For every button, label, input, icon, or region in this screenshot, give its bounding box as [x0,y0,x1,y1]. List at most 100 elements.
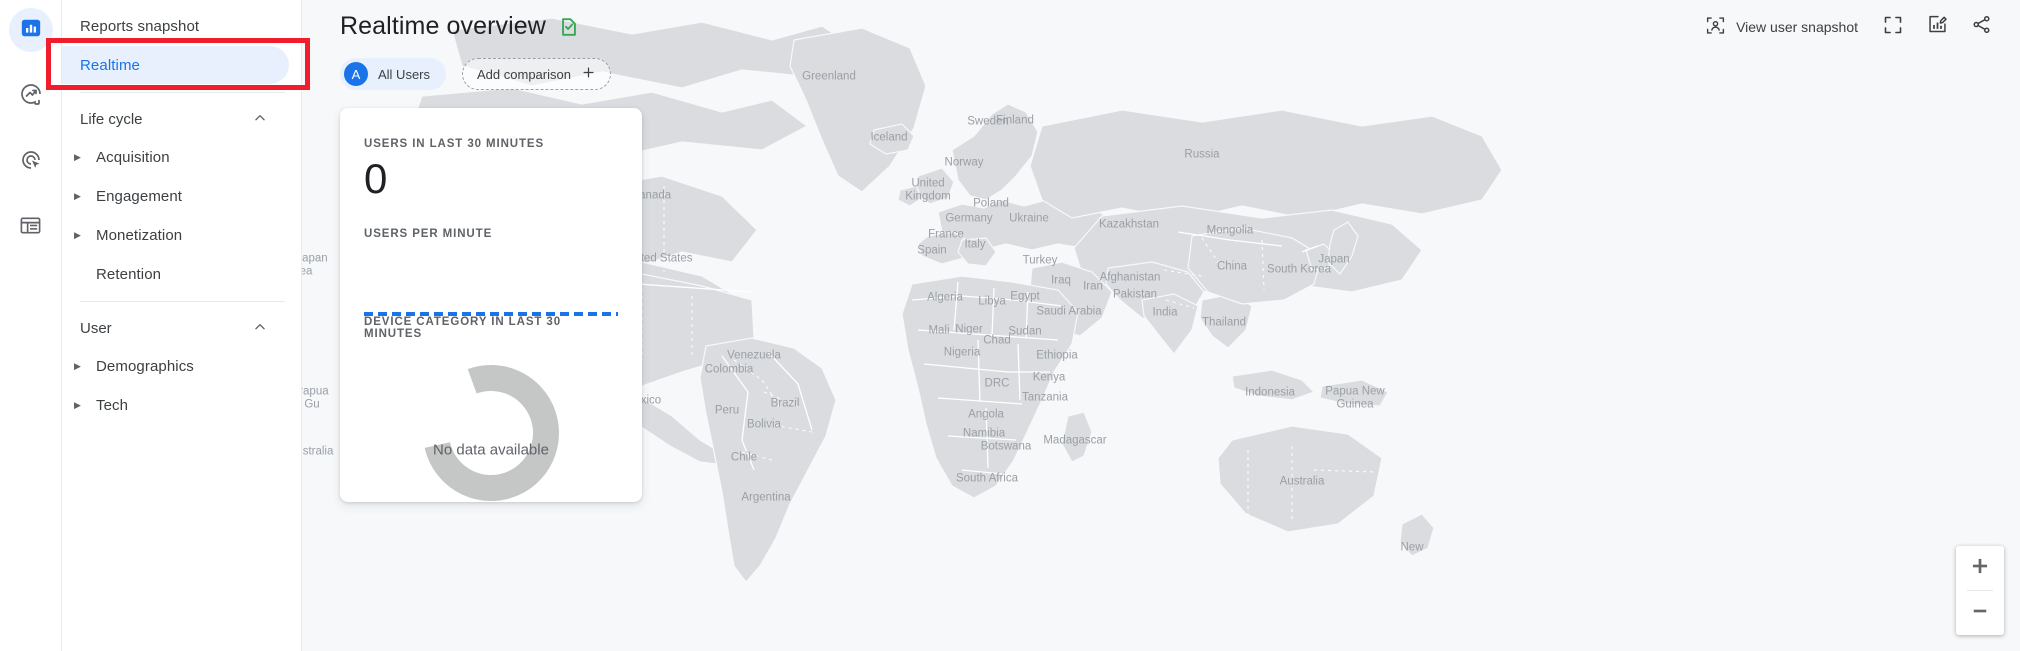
share-button[interactable] [1964,10,1998,44]
map-label: Norway [944,156,984,169]
users-per-minute-baseline [364,312,618,317]
map-label: Australia [302,445,334,458]
caret-right-icon: ▶ [74,399,82,410]
sidebar-item-acquisition[interactable]: ▶ Acquisition [62,138,289,176]
report-header: Realtime overview A All Users Add compar… [302,0,2020,100]
map-label: Peru [714,404,740,417]
map-label: Bolivia [747,418,781,431]
map-label: Poland [973,197,1009,210]
page-title: Realtime overview [340,12,546,40]
device-category-donut-chart[interactable]: No data available [364,354,618,502]
map-label: Germany [945,212,993,225]
map-label: Colombia [704,363,754,376]
edit-comparison-button[interactable] [1920,10,1954,44]
report-navigation-sidebar: Reports snapshot Realtime Life cycle ▶ A… [62,0,302,651]
rail-library-button[interactable] [9,206,53,250]
map-label: United Kingdom [905,177,951,202]
map-zoom-out-button[interactable] [1956,591,2004,635]
map-label: Thailand [1201,316,1247,329]
plus-icon [1970,556,1990,581]
primary-icon-rail [0,0,62,651]
sidebar-item-label: Realtime [80,56,140,74]
map-label: Chad [983,334,1011,347]
add-comparison-label: Add comparison [477,66,571,82]
users-per-minute-chart[interactable] [364,246,618,317]
map-label: Tanzania [1021,391,1069,404]
map-label: Ethiopia [1036,349,1078,362]
sidebar-divider-mid [80,301,285,302]
map-label: Argentina [741,491,791,504]
map-label: Namibia [962,427,1006,440]
map-label: Italy [964,238,986,251]
chevron-up-icon [253,111,267,127]
map-zoom-in-button[interactable] [1956,546,2004,590]
caret-right-icon: ▶ [74,360,82,371]
map-label: Iceland [870,131,908,144]
caret-right-icon: ▶ [74,151,82,162]
sidebar-item-label: Tech [96,396,129,414]
sidebar-item-realtime[interactable]: Realtime [62,46,289,84]
map-label: DRC [984,377,1010,390]
caret-right-icon: ▶ [74,229,82,240]
map-label: Ukraine [1009,212,1049,225]
map-label: Niger [955,323,983,336]
library-list-icon [19,214,42,242]
map-label: China [1216,260,1248,273]
insights-verified-doc-icon[interactable] [558,16,580,38]
users-last-30-min-label: USERS IN LAST 30 MINUTES [364,138,545,150]
advertising-target-icon [19,148,43,177]
sidebar-divider-top [80,92,285,93]
map-label: Finland [996,114,1034,127]
map-label: Spain [917,244,947,257]
sidebar-item-reports-snapshot[interactable]: Reports snapshot [62,7,289,45]
map-label: France [928,228,964,241]
sidebar-item-engagement[interactable]: ▶ Engagement [62,177,289,215]
rail-explore-button[interactable] [9,74,53,118]
sidebar-item-label: Engagement [96,187,183,205]
map-label: Chile [730,451,758,464]
map-label: Venezuela [727,349,781,362]
map-label: South Korea [1267,263,1331,276]
sidebar-item-label: Acquisition [96,148,170,166]
map-label: New [1400,541,1424,554]
donut-ring [423,365,559,502]
map-label: Saudi Arabia [1036,305,1102,318]
fullscreen-button[interactable] [1876,10,1910,44]
map-zoom-controls [1956,546,2004,635]
map-label: Botswana [980,440,1032,453]
map-label: ea [302,265,313,278]
sidebar-section-life-cycle[interactable]: Life cycle [62,101,289,137]
map-label: Nigeria [943,346,981,359]
sidebar-item-monetization[interactable]: ▶ Monetization [62,216,289,254]
bar-chart-icon [20,17,42,44]
add-comparison-button[interactable]: Add comparison [462,58,611,90]
realtime-overview-card: USERS IN LAST 30 MINUTES 0 USERS PER MIN… [340,108,642,502]
rail-advertising-button[interactable] [9,140,53,184]
user-snapshot-icon [1705,15,1726,39]
all-users-chip[interactable]: A All Users [340,58,447,90]
map-label: Russia [1184,148,1220,161]
map-label: Egypt [1010,290,1040,303]
view-user-snapshot-button[interactable]: View user snapshot [1697,11,1866,43]
sidebar-item-tech[interactable]: ▶ Tech [62,386,289,424]
rail-reports-button[interactable] [8,8,53,52]
users-last-30-min-value: 0 [364,155,388,202]
map-label: Angola [968,408,1004,421]
sidebar-item-label: Demographics [96,357,194,375]
map-label: Papua New Guinea [1325,385,1385,410]
map-label: Mali [928,324,950,337]
sidebar-item-label: Monetization [96,226,183,244]
page-title-row: Realtime overview [340,12,580,41]
map-label: Kenya [1032,371,1066,384]
sidebar-item-demographics[interactable]: ▶ Demographics [62,347,289,385]
sidebar-section-user[interactable]: User [62,310,289,346]
header-actions: View user snapshot [1697,10,1998,44]
map-label: PapuaGu [302,385,329,410]
explore-icon [19,82,43,111]
map-label: Australia [1279,475,1325,488]
sidebar-item-retention[interactable]: Retention [62,255,289,293]
map-label: Afghanistan [1099,271,1161,284]
ga4-realtime-overview-screen: Reports snapshot Realtime Life cycle ▶ A… [0,0,2020,651]
edit-chart-icon [1927,14,1948,40]
map-label: Sudan [1008,325,1042,338]
